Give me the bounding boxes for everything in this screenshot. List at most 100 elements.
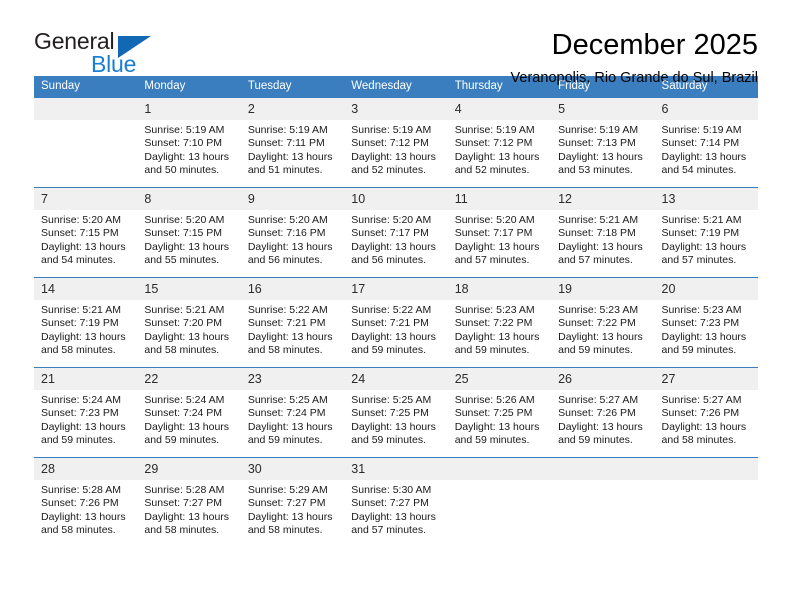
calendar-day-cell[interactable]: 2 Sunrise: 5:19 AM Sunset: 7:11 PM Daylight… — [240, 97, 345, 188]
calendar-day-cell[interactable]: 7 Sunrise: 5:20 AM Sunset: 7:15 PM Daylight… — [34, 187, 138, 278]
title-block: December 2025 Veranopolis, Rio Grande do… — [511, 28, 758, 89]
calendar-day-cell[interactable]: 1 Sunrise: 5:19 AM Sunset: 7:10 PM Daylight… — [137, 97, 241, 188]
daylight-text-line2: and 59 minutes. — [351, 344, 426, 357]
day-details: Sunrise: 5:24 AM Sunset: 7:24 PM Daylight:… — [137, 390, 240, 448]
day-number: 23 — [240, 368, 345, 390]
sunrise-text: Sunrise: 5:19 AM — [144, 124, 225, 136]
day-details: Sunrise: 5:27 AM Sunset: 7:26 PM Daylight:… — [551, 390, 654, 448]
day-details: Sunrise: 5:25 AM Sunset: 7:25 PM Daylight:… — [344, 390, 447, 448]
calendar-day-cell[interactable]: 6 Sunrise: 5:19 AM Sunset: 7:14 PM Daylight… — [654, 97, 758, 188]
day-details: Sunrise: 5:22 AM Sunset: 7:21 PM Daylight:… — [241, 300, 344, 358]
calendar-day-cell[interactable]: 24 Sunrise: 5:25 AM Sunset: 7:25 PM Dayligh… — [344, 367, 448, 458]
weekday-header-wednesday: Wednesday — [344, 76, 448, 98]
calendar-day-cell[interactable]: 22 Sunrise: 5:24 AM Sunset: 7:24 PM Dayligh… — [137, 367, 241, 458]
day-number: 1 — [137, 98, 241, 120]
daylight-text-line2: and 52 minutes. — [454, 164, 530, 177]
daylight-text-line1: Daylight: 13 hours — [247, 330, 333, 343]
sunset-text: Sunset: 7:27 PM — [351, 497, 429, 510]
day-details: Sunrise: 5:20 AM Sunset: 7:17 PM Daylight:… — [344, 210, 447, 268]
calendar-day-cell[interactable]: 23 Sunrise: 5:25 AM Sunset: 7:24 PM Dayligh… — [240, 367, 345, 458]
calendar-day-cell[interactable]: 15 Sunrise: 5:21 AM Sunset: 7:20 PM Dayligh… — [137, 277, 241, 368]
calendar-day-cell[interactable]: 10 Sunrise: 5:20 AM Sunset: 7:17 PM Dayligh… — [344, 187, 448, 278]
day-number: 14 — [34, 278, 138, 300]
day-number: 10 — [344, 188, 448, 210]
sunrise-text: Sunrise: 5:24 AM — [144, 394, 225, 406]
daylight-text-line1: Daylight: 13 hours — [351, 330, 436, 343]
calendar-day-cell[interactable]: 20 Sunrise: 5:23 AM Sunset: 7:23 PM Dayligh… — [654, 277, 758, 368]
day-number: 30 — [240, 458, 345, 480]
daylight-text-line2: and 59 minutes. — [558, 434, 633, 447]
daylight-text-line1: Daylight: 13 hours — [661, 240, 747, 253]
calendar-day-cell[interactable]: 17 Sunrise: 5:22 AM Sunset: 7:21 PM Dayligh… — [344, 277, 448, 368]
sunrise-text: Sunrise: 5:20 AM — [351, 214, 432, 226]
daylight-text-line2: and 58 minutes. — [661, 434, 737, 447]
daylight-text-line2: and 58 minutes. — [144, 524, 220, 537]
daylight-text-line1: Daylight: 13 hours — [247, 510, 333, 523]
daylight-text-line2: and 54 minutes. — [661, 164, 737, 177]
calendar-day-cell[interactable]: 5 Sunrise: 5:19 AM Sunset: 7:13 PM Daylight… — [551, 97, 655, 188]
daylight-text-line1: Daylight: 13 hours — [558, 330, 643, 343]
calendar-day-cell[interactable]: 13 Sunrise: 5:21 AM Sunset: 7:19 PM Dayligh… — [654, 187, 758, 278]
sunset-text: Sunset: 7:17 PM — [454, 227, 533, 240]
calendar-day-cell[interactable]: 29 Sunrise: 5:28 AM Sunset: 7:27 PM Dayligh… — [137, 457, 241, 548]
day-number: 18 — [447, 278, 552, 300]
sunset-text: Sunset: 7:18 PM — [558, 227, 636, 240]
sunset-text: Sunset: 7:14 PM — [661, 137, 740, 150]
day-number: 21 — [34, 368, 138, 390]
calendar-day-cell[interactable]: 18 Sunrise: 5:23 AM Sunset: 7:22 PM Dayligh… — [447, 277, 552, 368]
sunset-text: Sunset: 7:26 PM — [661, 407, 740, 420]
sunset-text: Sunset: 7:24 PM — [247, 407, 326, 420]
page-title: December 2025 — [551, 29, 758, 61]
calendar-day-cell[interactable]: 25 Sunrise: 5:26 AM Sunset: 7:25 PM Dayligh… — [447, 367, 552, 458]
calendar-day-cell[interactable]: 11 Sunrise: 5:20 AM Sunset: 7:17 PM Dayligh… — [447, 187, 552, 278]
calendar-day-cell[interactable]: 14 Sunrise: 5:21 AM Sunset: 7:19 PM Dayligh… — [34, 277, 138, 368]
calendar-day-cell[interactable]: 21 Sunrise: 5:24 AM Sunset: 7:23 PM Dayligh… — [34, 367, 138, 458]
sunset-text: Sunset: 7:16 PM — [247, 227, 326, 240]
day-details: Sunrise: 5:19 AM Sunset: 7:11 PM Daylight:… — [241, 120, 344, 178]
calendar-day-cell[interactable]: 16 Sunrise: 5:22 AM Sunset: 7:21 PM Dayligh… — [240, 277, 345, 368]
sunset-text: Sunset: 7:19 PM — [41, 317, 119, 330]
calendar-day-cell[interactable]: 4 Sunrise: 5:19 AM Sunset: 7:12 PM Daylight… — [447, 97, 552, 188]
day-number: 19 — [551, 278, 655, 300]
sunrise-text: Sunrise: 5:19 AM — [454, 124, 535, 136]
calendar-week-row: 14 Sunrise: 5:21 AM Sunset: 7:19 PM Dayligh… — [34, 277, 758, 368]
day-details: Sunrise: 5:20 AM Sunset: 7:15 PM Daylight:… — [34, 210, 137, 268]
logo-text-blue: Blue — [91, 51, 137, 77]
sunrise-text: Sunrise: 5:25 AM — [351, 394, 432, 406]
daylight-text-line1: Daylight: 13 hours — [661, 330, 747, 343]
calendar-day-cell[interactable]: 3 Sunrise: 5:19 AM Sunset: 7:12 PM Daylight… — [344, 97, 448, 188]
sunrise-text: Sunrise: 5:30 AM — [351, 484, 432, 496]
sunset-text: Sunset: 7:21 PM — [351, 317, 429, 330]
calendar-day-cell[interactable]: 12 Sunrise: 5:21 AM Sunset: 7:18 PM Dayligh… — [551, 187, 655, 278]
sunrise-text: Sunrise: 5:23 AM — [558, 304, 639, 316]
sunrise-text: Sunrise: 5:21 AM — [144, 304, 225, 316]
daylight-text-line2: and 59 minutes. — [144, 434, 220, 447]
calendar-day-cell[interactable]: 30 Sunrise: 5:29 AM Sunset: 7:27 PM Dayligh… — [240, 457, 345, 548]
daylight-text-line1: Daylight: 13 hours — [454, 240, 540, 253]
daylight-text-line2: and 57 minutes. — [351, 524, 426, 537]
sunset-text: Sunset: 7:24 PM — [144, 407, 223, 420]
sunrise-text: Sunrise: 5:19 AM — [661, 124, 742, 136]
day-details: Sunrise: 5:23 AM Sunset: 7:23 PM Daylight:… — [655, 300, 758, 358]
calendar-body: 1 Sunrise: 5:19 AM Sunset: 7:10 PM Daylight… — [34, 97, 758, 548]
weekday-header-monday: Monday — [137, 76, 241, 98]
calendar-day-cell[interactable]: 27 Sunrise: 5:27 AM Sunset: 7:26 PM Dayligh… — [654, 367, 758, 458]
day-number: 20 — [654, 278, 758, 300]
calendar-day-cell[interactable]: 8 Sunrise: 5:20 AM Sunset: 7:15 PM Daylight… — [137, 187, 241, 278]
daylight-text-line1: Daylight: 13 hours — [661, 150, 747, 163]
sunset-text: Sunset: 7:27 PM — [144, 497, 223, 510]
calendar-page: General Blue December 2025 Veranopolis, … — [0, 0, 792, 612]
day-details: Sunrise: 5:23 AM Sunset: 7:22 PM Daylight:… — [448, 300, 551, 358]
day-details: Sunrise: 5:21 AM Sunset: 7:19 PM Daylight:… — [34, 300, 137, 358]
calendar-day-cell[interactable]: 19 Sunrise: 5:23 AM Sunset: 7:22 PM Dayligh… — [551, 277, 655, 368]
calendar-day-cell[interactable]: 31 Sunrise: 5:30 AM Sunset: 7:27 PM Dayligh… — [344, 457, 448, 548]
calendar-day-cell[interactable]: 28 Sunrise: 5:28 AM Sunset: 7:26 PM Dayligh… — [34, 457, 138, 548]
calendar-day-cell[interactable]: 26 Sunrise: 5:27 AM Sunset: 7:26 PM Dayligh… — [551, 367, 655, 458]
day-details: Sunrise: 5:27 AM Sunset: 7:26 PM Daylight:… — [655, 390, 758, 448]
daylight-text-line1: Daylight: 13 hours — [454, 420, 540, 433]
sunrise-text: Sunrise: 5:21 AM — [558, 214, 639, 226]
calendar-day-cell[interactable]: 9 Sunrise: 5:20 AM Sunset: 7:16 PM Daylight… — [240, 187, 345, 278]
sunrise-text: Sunrise: 5:20 AM — [41, 214, 121, 226]
daylight-text-line1: Daylight: 13 hours — [144, 330, 230, 343]
sunrise-text: Sunrise: 5:23 AM — [661, 304, 742, 316]
